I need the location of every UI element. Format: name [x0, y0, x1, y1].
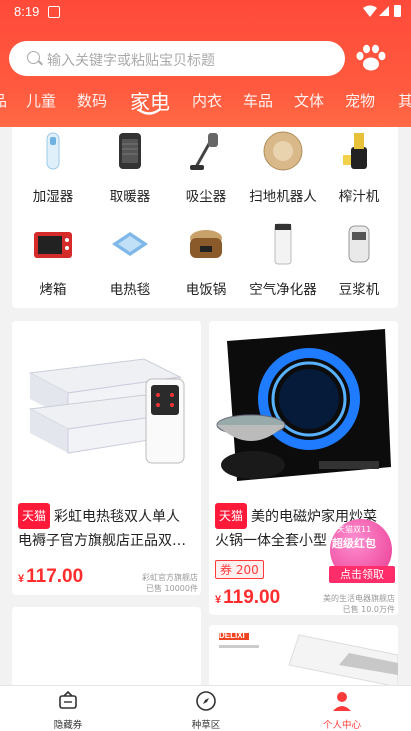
coupon-badge[interactable]: 券 200: [215, 560, 264, 579]
tab-active-indicator: [138, 108, 160, 115]
category-oven[interactable]: 烤箱: [14, 222, 92, 298]
category-label: 电热毯: [109, 282, 151, 298]
status-time: 8:19: [14, 4, 40, 19]
product-image: [12, 321, 201, 501]
category-label: 取暖器: [109, 189, 151, 205]
category-robot-vacuum[interactable]: 扫地机器人: [244, 129, 322, 205]
product-card[interactable]: 天猫 彩虹电热毯双人单人 电褥子官方旗舰店正品双… ¥117.00 彩虹官方旗舰店…: [12, 321, 201, 595]
promo-claim-button[interactable]: 点击领取: [329, 566, 395, 583]
header: 8:19 输入关键字或粘贴宝贝标题 品 儿童 数码 家电 内衣 车品 文体 宠物…: [0, 0, 411, 127]
category-label: 豆浆机: [338, 282, 380, 298]
juicer-icon: [343, 133, 367, 169]
tab-kids[interactable]: 儿童: [26, 90, 56, 111]
battery-icon: [394, 5, 401, 17]
status-bar: 8:19: [0, 0, 411, 26]
category-soymilk-maker[interactable]: 豆浆机: [320, 222, 398, 298]
search-icon: [27, 51, 40, 64]
notification-icon: [48, 6, 60, 18]
category-label: 榨汁机: [338, 189, 380, 205]
category-label: 吸尘器: [185, 189, 227, 205]
person-icon: [333, 692, 351, 711]
category-label: 电饭锅: [185, 282, 227, 298]
compass-icon: [196, 691, 216, 711]
category-vacuum[interactable]: 吸尘器: [167, 129, 245, 205]
coupon-icon: [59, 690, 77, 709]
tab-car[interactable]: 车品: [243, 90, 273, 111]
product-title: 天猫 彩虹电热毯双人单人 电褥子官方旗舰店正品双…: [18, 503, 186, 553]
search-input[interactable]: 输入关键字或粘贴宝贝标题: [9, 41, 345, 76]
category-air-purifier[interactable]: 空气净化器: [244, 222, 322, 298]
nav-discover[interactable]: 种草区: [166, 690, 246, 731]
air-purifier-icon: [274, 223, 292, 265]
tmall-badge: 天猫: [18, 503, 51, 529]
category-label: 加湿器: [32, 189, 74, 205]
category-electric-blanket[interactable]: 电热毯: [91, 222, 169, 298]
paw-icon[interactable]: [354, 43, 388, 73]
vacuum-icon: [190, 133, 218, 170]
tab-pets[interactable]: 宠物: [345, 90, 375, 111]
product-price: ¥119.00: [215, 587, 281, 608]
tab-underwear[interactable]: 内衣: [192, 90, 222, 111]
nav-hidden-coupons[interactable]: 隐藏券: [28, 690, 108, 731]
nav-profile[interactable]: 个人中心: [302, 690, 382, 731]
brand-logo-text: DELIXI: [219, 631, 245, 640]
category-label: 扫地机器人: [249, 189, 317, 205]
category-label: 烤箱: [39, 282, 67, 298]
product-card[interactable]: DELIXI: [209, 625, 398, 687]
tab-digital[interactable]: 数码: [77, 90, 107, 111]
tab-stationery[interactable]: 文体: [294, 90, 324, 111]
product-shop-info: 彩虹官方旗舰店 已售 10000件: [142, 573, 198, 593]
bottom-nav: 隐藏券 种草区 个人中心: [0, 685, 411, 731]
category-humidifier[interactable]: 加湿器: [14, 129, 92, 205]
category-heater[interactable]: 取暖器: [91, 129, 169, 205]
search-placeholder: 输入关键字或粘贴宝贝标题: [47, 53, 215, 69]
signal-icon: [379, 6, 389, 16]
robot-vacuum-icon: [263, 131, 303, 171]
product-image: [209, 321, 398, 501]
electric-blanket-icon: [112, 232, 148, 256]
category-label: 空气净化器: [249, 282, 317, 298]
rice-cooker-icon: [190, 230, 222, 258]
oven-icon: [34, 232, 72, 258]
soymilk-maker-icon: [348, 225, 370, 263]
promo-red-packet[interactable]: 天猫双11 超级红包 点击领取: [327, 517, 397, 587]
product-shop-info: 美的生活电器旗舰店 已售 10.0万件: [323, 594, 395, 614]
humidifier-icon: [46, 132, 60, 170]
promo-line1: 天猫双11: [337, 525, 372, 534]
product-price: ¥117.00: [18, 566, 84, 587]
tab-partial-right[interactable]: 其: [398, 90, 411, 111]
tab-partial-left[interactable]: 品: [0, 90, 7, 111]
category-rice-cooker[interactable]: 电饭锅: [167, 222, 245, 298]
category-tabs: 品 儿童 数码 家电 内衣 车品 文体 宠物 其: [0, 84, 411, 120]
category-grid: 加湿器 取暖器 吸尘器 扫地机器人 榨汁机 烤箱 电热毯 电饭锅 空气净化器 豆…: [12, 127, 398, 308]
category-juicer[interactable]: 榨汁机: [320, 129, 398, 205]
wifi-icon: [363, 5, 377, 17]
product-card[interactable]: [12, 607, 201, 687]
promo-line2: 超级红包: [332, 537, 376, 550]
tmall-badge: 天猫: [215, 503, 248, 529]
heater-icon: [119, 133, 141, 169]
